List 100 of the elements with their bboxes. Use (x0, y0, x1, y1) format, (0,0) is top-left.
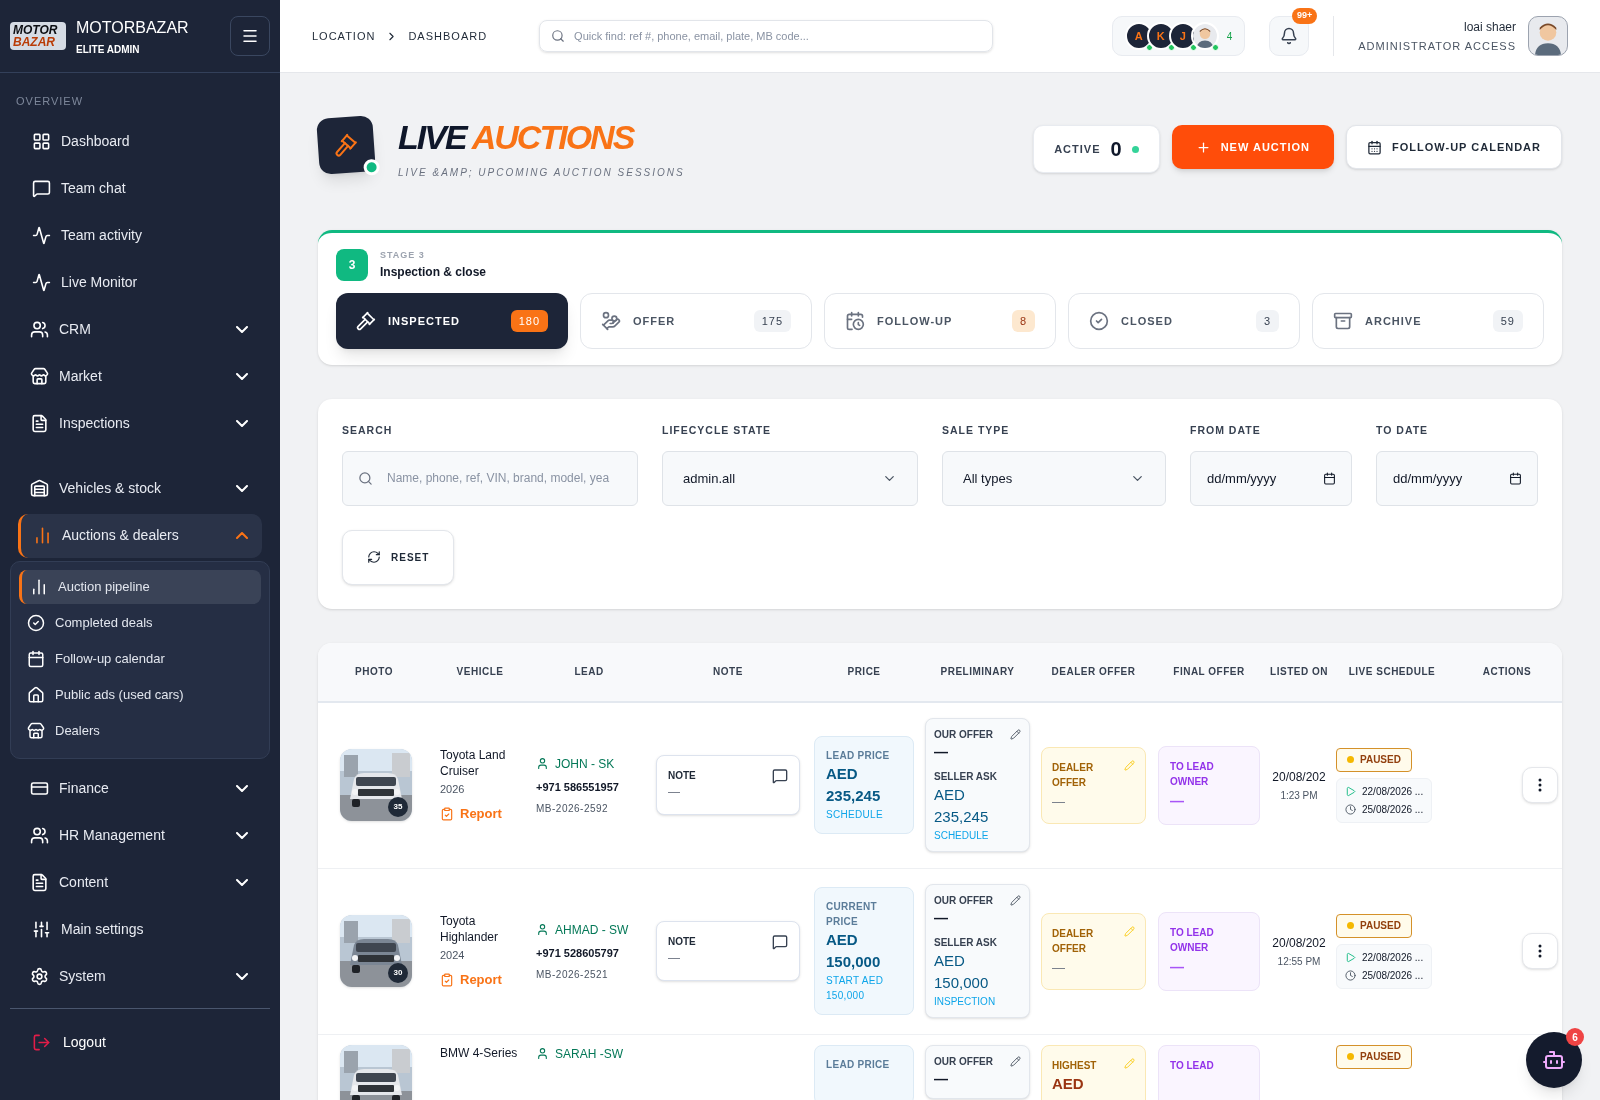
count-badge: 59 (1492, 309, 1523, 333)
lead-name[interactable]: JOHN - SK (536, 754, 648, 773)
column-header: LISTED ON (1269, 665, 1329, 680)
sidebar-item[interactable]: Finance (18, 766, 262, 811)
section-label: OVERVIEW (16, 94, 85, 109)
sidebar-item[interactable]: CRM (18, 307, 262, 352)
sidebar-item[interactable]: Inspections (18, 401, 262, 446)
pulse-icon (32, 226, 51, 245)
search-field[interactable]: Name, phone, ref, VIN, brand, model, yea (342, 450, 638, 506)
gavel-icon (356, 311, 376, 331)
vehicle-year: 2026 (440, 782, 466, 798)
breadcrumb-current: DASHBOARD (408, 28, 488, 44)
column-header: LEAD (573, 665, 605, 680)
sale-type-select[interactable]: All types (942, 450, 1166, 506)
card-icon (30, 779, 49, 798)
user-name: loai shaer (1463, 18, 1516, 36)
lead-name[interactable]: SARAH -SW (536, 1044, 648, 1063)
filter-label: LIFECYCLE STATE (662, 423, 773, 438)
note-card[interactable]: NOTE — (656, 921, 800, 982)
notifications-button[interactable] (1269, 16, 1310, 56)
calendar-icon (27, 649, 45, 668)
sidebar-item[interactable]: Live Monitor (18, 260, 262, 305)
edit-icon[interactable] (1010, 895, 1021, 907)
users-icon (30, 826, 49, 845)
clock-icon (1345, 803, 1356, 815)
menu-button[interactable] (230, 16, 270, 56)
calendar-clock-icon (845, 311, 865, 331)
user-avatar-button[interactable] (1528, 16, 1568, 56)
sidebar-item[interactable]: Team activity (18, 213, 262, 258)
lead-ref: MB-2026-2592 (536, 802, 610, 816)
quick-find-field[interactable]: Quick find: ref #, phone, email, plate, MB code... (539, 20, 994, 52)
play-icon (1345, 951, 1356, 963)
vehicle-year: 2024 (440, 948, 466, 964)
more-icon (1538, 944, 1542, 959)
sidebar-item[interactable]: Market (18, 354, 262, 399)
date-field[interactable]: dd/mm/yyyy (1190, 450, 1352, 506)
dealer-offer-card: HIGHEST AED (1041, 1044, 1146, 1100)
store-icon (27, 721, 45, 740)
comment-icon (772, 768, 788, 785)
stage-tab[interactable]: ARCHIVE 59 (1312, 293, 1544, 349)
bar-chart-icon (30, 577, 48, 596)
sidebar-item[interactable]: Auctions & dealers (18, 513, 262, 558)
status-badge: PAUSED (1336, 747, 1412, 772)
comment-icon (772, 934, 788, 951)
submenu-item[interactable]: Public ads (used cars) (19, 677, 261, 712)
filter-label: SALE TYPE (942, 423, 1011, 438)
pulse-icon (32, 273, 51, 292)
column-header: VEHICLE (455, 665, 505, 680)
sidebar-item[interactable]: Team chat (18, 166, 262, 211)
stage-tab[interactable]: CLOSED 3 (1068, 293, 1300, 349)
submenu-item[interactable]: Completed deals (19, 605, 261, 640)
clipboard-icon (440, 972, 454, 987)
date-field[interactable]: dd/mm/yyyy (1376, 450, 1538, 506)
sidebar-item[interactable]: Dashboard (18, 119, 262, 164)
preliminary-card: OUR OFFER — SELLER ASK AED 235,245 SCHEDULE (925, 718, 1030, 853)
house-icon (27, 685, 45, 704)
assistant-badge: 6 (1566, 1028, 1584, 1046)
active-counter: ACTIVE 0 (1033, 125, 1160, 173)
reset-button[interactable]: RESET (342, 529, 455, 585)
user-role: ADMINISTRATOR ACCESS (1358, 38, 1516, 54)
edit-icon[interactable] (1010, 1055, 1021, 1067)
clipboard-icon (440, 806, 454, 821)
sidebar-item[interactable]: HR Management (18, 813, 262, 858)
lead-name[interactable]: AHMAD - SW (536, 920, 648, 939)
edit-icon[interactable] (1010, 729, 1021, 741)
final-offer-card: TO LEAD (1158, 1044, 1260, 1100)
stage-tab[interactable]: INSPECTED 180 (336, 293, 568, 349)
stage-title: Inspection & close (380, 263, 487, 281)
archive-icon (1333, 311, 1353, 331)
price-card: LEAD PRICE (814, 1044, 914, 1100)
person-icon (536, 757, 549, 770)
dealer-offer-card: DEALER OFFER — (1041, 912, 1146, 990)
lead-ref: MB-2026-2521 (536, 968, 610, 982)
submenu-item[interactable]: Dealers (19, 713, 261, 748)
sidebar-item[interactable]: Vehicles & stock (18, 466, 262, 511)
document-icon (30, 873, 49, 892)
sidebar-item[interactable]: System (18, 954, 262, 999)
sidebar-item[interactable]: Content (18, 860, 262, 905)
submenu-item[interactable]: Auction pipeline (19, 569, 261, 604)
follow-up-calendar-button[interactable]: FOLLOW-UP CALENDAR (1346, 125, 1562, 169)
count-badge: 180 (510, 309, 548, 333)
stage-tab[interactable]: FOLLOW-UP 8 (824, 293, 1056, 349)
notification-badge: 99+ (1292, 8, 1318, 24)
note-card[interactable]: NOTE — (656, 755, 800, 816)
more-icon (1538, 778, 1542, 793)
sidebar-item[interactable]: Main settings (18, 907, 262, 952)
logout-item[interactable]: Logout (20, 1020, 260, 1065)
schedule-card: 22/08/2026 ... 25/08/2026 ... (1336, 777, 1433, 823)
lifecycle-select[interactable]: admin.all (662, 450, 918, 506)
column-header: PHOTO (354, 665, 394, 680)
column-header: ACTIONS (1481, 665, 1533, 680)
submenu-item[interactable]: Follow-up calendar (19, 641, 261, 676)
lead-phone: +971 528605797 (536, 945, 620, 961)
vehicle-name: Toyota Highlander (440, 913, 500, 946)
price-card: LEAD PRICE AED 235,245 SCHEDULE (814, 736, 914, 835)
filter-label: FROM DATE (1190, 423, 1262, 438)
breadcrumb-link[interactable]: LOCATION (312, 27, 376, 45)
online-count: 4 (1226, 29, 1233, 44)
search-icon (551, 29, 566, 43)
stage-tab[interactable]: OFFER 175 (580, 293, 812, 349)
